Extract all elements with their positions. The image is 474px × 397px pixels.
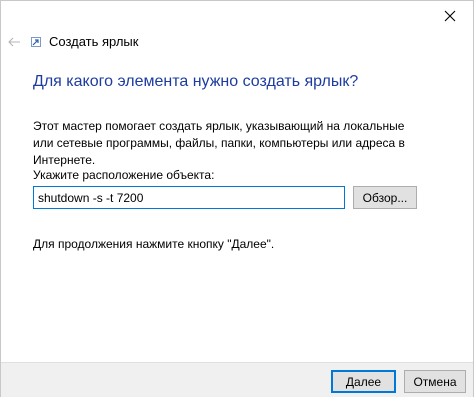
cancel-button[interactable]: Отмена: [404, 370, 466, 393]
close-button[interactable]: [427, 1, 473, 31]
browse-button-label: Обзор...: [362, 190, 408, 205]
location-input[interactable]: [33, 186, 345, 209]
continue-hint: Для продолжения нажмите кнопку "Далее".: [33, 237, 275, 251]
dialog-header: Создать ярлык: [1, 31, 401, 53]
page-heading: Для какого элемента нужно создать ярлык?: [33, 73, 359, 90]
window-title: Создать ярлык: [49, 34, 139, 49]
back-arrow-icon[interactable]: [7, 35, 21, 49]
cancel-button-label: Отмена: [413, 374, 457, 389]
browse-button[interactable]: Обзор...: [353, 186, 417, 209]
dialog-footer: [1, 362, 473, 397]
next-button-label: Далее: [345, 374, 382, 389]
wizard-description: Этот мастер помогает создать ярлык, указ…: [33, 119, 405, 167]
location-label: Укажите расположение объекта:: [33, 168, 215, 182]
shortcut-icon: [31, 37, 41, 47]
next-button[interactable]: Далее: [331, 370, 396, 393]
create-shortcut-dialog: Создать ярлык Для какого элемента нужно …: [0, 0, 474, 397]
close-icon: [444, 10, 456, 22]
